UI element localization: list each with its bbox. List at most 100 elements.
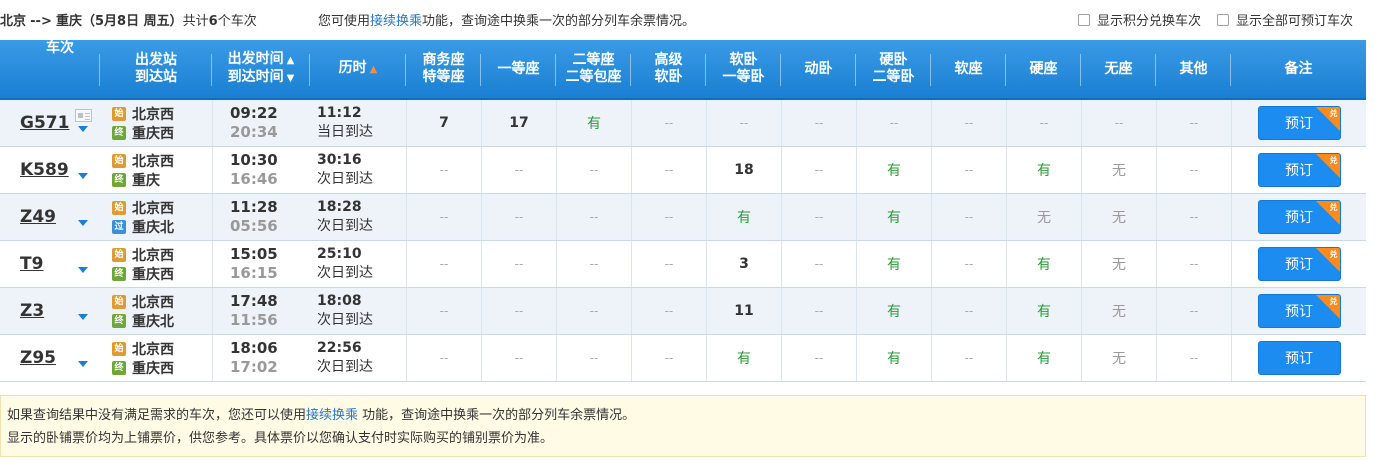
train-cell: Z3	[0, 288, 100, 334]
book-button-label: 预订	[1285, 303, 1313, 319]
seat-cell: --	[556, 147, 631, 193]
book-button[interactable]: 预订 兑	[1257, 153, 1341, 187]
book-button[interactable]: 预订	[1257, 341, 1341, 375]
route-date: （5月8日 周五）	[82, 14, 183, 29]
start-station-badge: 始	[112, 341, 126, 356]
seat-availability: 有	[1037, 351, 1051, 367]
train-number-link[interactable]: K589	[20, 160, 69, 180]
from-station-name: 北京西	[132, 200, 174, 217]
header-soft-seat: 软座	[931, 40, 1006, 98]
train-number-link[interactable]: Z49	[20, 207, 56, 227]
seat-availability: 有	[887, 210, 901, 226]
show-all-bookable-option[interactable]: 显示全部可预订车次	[1217, 10, 1353, 29]
exchange-tag: 兑	[1329, 297, 1338, 306]
seat-cell: 有	[1006, 335, 1081, 381]
transfer-hint: 您可使用接续换乘功能，查询途中换乘一次的部分列车余票情况。	[318, 10, 695, 29]
book-button[interactable]: 预订 兑	[1257, 294, 1341, 328]
expand-stops-icon[interactable]	[78, 220, 88, 226]
seat-cell: 无	[1081, 147, 1156, 193]
seat-cell: --	[706, 100, 781, 146]
seat-availability: --	[514, 257, 524, 271]
duration-value: 22:56	[317, 340, 362, 356]
from-station-name: 北京西	[132, 294, 174, 311]
train-number-link[interactable]: T9	[20, 254, 43, 274]
expand-stops-icon[interactable]	[78, 314, 88, 320]
station-cell: 始北京西 终重庆北	[100, 288, 212, 334]
arrival-time: 05:56	[230, 217, 278, 235]
header-time-arr[interactable]: 到达时间 ▼	[228, 69, 295, 87]
expand-stops-icon[interactable]	[78, 361, 88, 367]
seat-cell: 有	[856, 194, 931, 240]
book-button[interactable]: 预订 兑	[1257, 247, 1341, 281]
header-hard-l2: 二等卧	[872, 69, 915, 85]
seat-cell: --	[1156, 194, 1231, 240]
seat-availability: 有	[887, 304, 901, 320]
seat-availability: --	[589, 163, 599, 177]
seat-availability: 有	[587, 116, 601, 132]
arrival-day: 次日到达	[317, 218, 373, 234]
seat-cell: 有	[706, 194, 781, 240]
seat-availability: --	[439, 304, 449, 318]
seat-availability: 有	[737, 210, 751, 226]
hint-prefix: 您可使用	[318, 14, 371, 29]
seat-cell: --	[406, 147, 481, 193]
header-duration[interactable]: 历时 ▲	[310, 40, 406, 98]
expand-stops-icon[interactable]	[78, 173, 88, 179]
end-station-badge: 终	[112, 125, 126, 140]
to-station: 终重庆西	[112, 123, 174, 142]
sort-desc-icon[interactable]: ▼	[287, 73, 295, 84]
sort-duration-icon[interactable]: ▲	[370, 64, 378, 75]
show-points-checkbox[interactable]	[1078, 13, 1090, 26]
seat-availability: --	[664, 257, 674, 271]
seat-availability: 无	[1037, 210, 1051, 226]
header-second: 二等座 二等包座	[556, 40, 631, 98]
exchange-tag: 兑	[1329, 203, 1338, 212]
time-cell: 11:28 05:56	[212, 194, 310, 240]
expand-stops-icon[interactable]	[78, 267, 88, 273]
header-station-to: 到达站	[135, 69, 177, 85]
seat-cell: --	[781, 241, 856, 287]
seat-cell: --	[556, 288, 631, 334]
header-train[interactable]: 车次	[0, 40, 100, 98]
duration-cell: 18:28 次日到达	[310, 194, 406, 240]
header-time-dep[interactable]: 出发时间 ▲	[228, 51, 295, 69]
seat-cell: --	[1156, 335, 1231, 381]
duration-value: 30:16	[317, 152, 362, 168]
seat-availability: --	[664, 351, 674, 365]
transfer-link[interactable]: 接续换乘	[370, 14, 422, 29]
to-station-name: 重庆西	[132, 266, 174, 283]
seat-availability: --	[1189, 304, 1199, 318]
to-station-name: 重庆北	[132, 219, 174, 236]
to-station: 终重庆西	[112, 358, 174, 377]
show-points-option[interactable]: 显示积分兑换车次	[1078, 10, 1201, 29]
train-number-link[interactable]: Z95	[20, 348, 56, 368]
seat-cell: --	[1081, 100, 1156, 146]
book-button[interactable]: 预订 兑	[1257, 200, 1341, 234]
duration-cell: 25:10 次日到达	[310, 241, 406, 287]
header-high-soft-l2: 软卧	[654, 69, 683, 85]
header-station: 出发站 到达站	[100, 40, 212, 98]
table-row: G571 始北京西 终重庆西 09:22 20:34 11:12 当日到达 7 1…	[0, 100, 1366, 147]
book-button[interactable]: 预订 兑	[1257, 106, 1341, 140]
header-no-seat: 无座	[1081, 40, 1156, 98]
header-time[interactable]: 出发时间 ▲ 到达时间 ▼	[212, 40, 310, 98]
duration-value: 18:08	[317, 293, 362, 309]
seat-availability: 无	[1112, 304, 1126, 320]
to-station: 终重庆	[112, 170, 160, 189]
footer-transfer-link[interactable]: 接续换乘	[306, 408, 358, 423]
seat-cell: --	[481, 288, 556, 334]
seat-cell: 有	[856, 241, 931, 287]
expand-stops-icon[interactable]	[78, 126, 88, 132]
header-other-label: 其他	[1179, 60, 1208, 77]
header-station-from: 出发站	[135, 52, 177, 68]
count-value: 6	[208, 14, 218, 29]
show-all-bookable-checkbox[interactable]	[1217, 13, 1229, 26]
train-number-link[interactable]: G571	[20, 113, 69, 133]
sort-asc-icon[interactable]: ▲	[287, 55, 295, 66]
seat-cell: --	[781, 100, 856, 146]
seat-availability: --	[514, 304, 524, 318]
train-number-link[interactable]: Z3	[20, 301, 44, 321]
seat-availability: 无	[1112, 210, 1126, 226]
seat-availability: --	[814, 304, 824, 318]
route-to: 重庆	[55, 14, 82, 29]
